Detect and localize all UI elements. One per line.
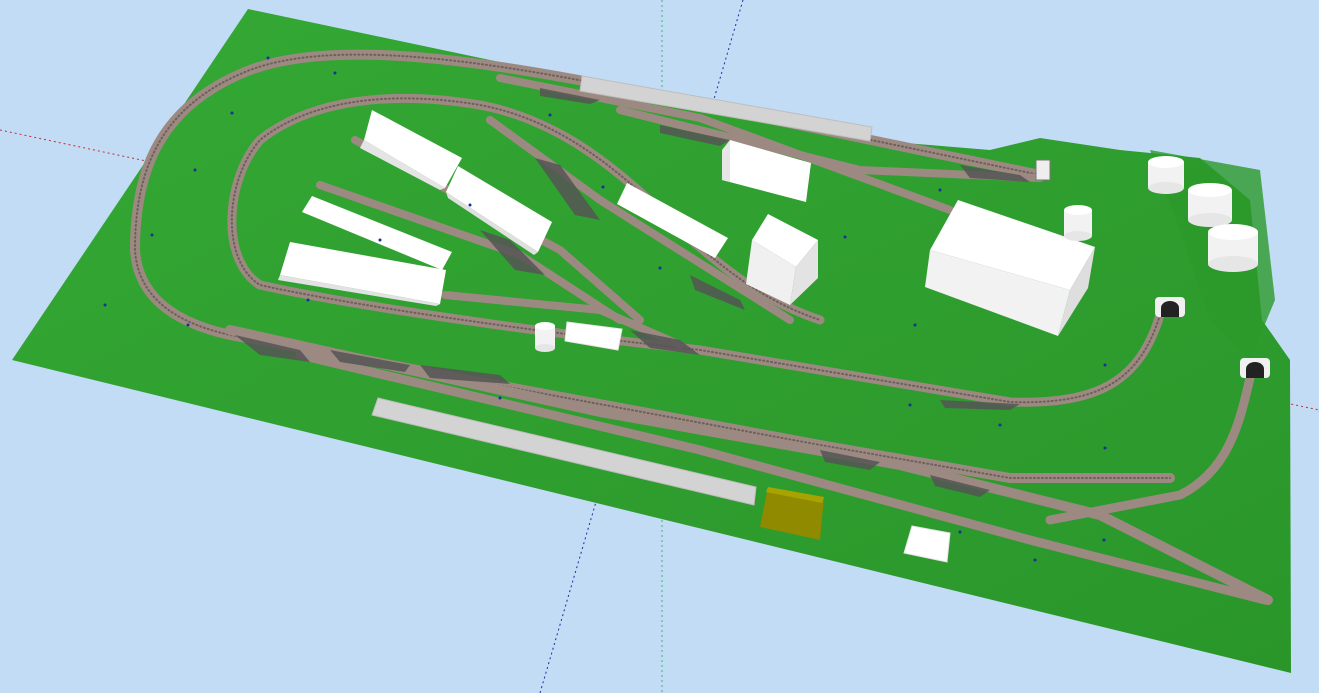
layout-scene[interactable] <box>0 0 1319 693</box>
tank[interactable] <box>1208 224 1258 272</box>
tunnel-portal[interactable] <box>1155 297 1185 317</box>
tank[interactable] <box>1188 183 1232 227</box>
tank[interactable] <box>1148 156 1184 194</box>
3d-viewport[interactable] <box>0 0 1319 693</box>
tunnel-portal[interactable] <box>1240 358 1270 378</box>
buffer-stop[interactable] <box>1035 159 1051 181</box>
tank[interactable] <box>535 322 555 352</box>
tank[interactable] <box>1064 205 1092 241</box>
